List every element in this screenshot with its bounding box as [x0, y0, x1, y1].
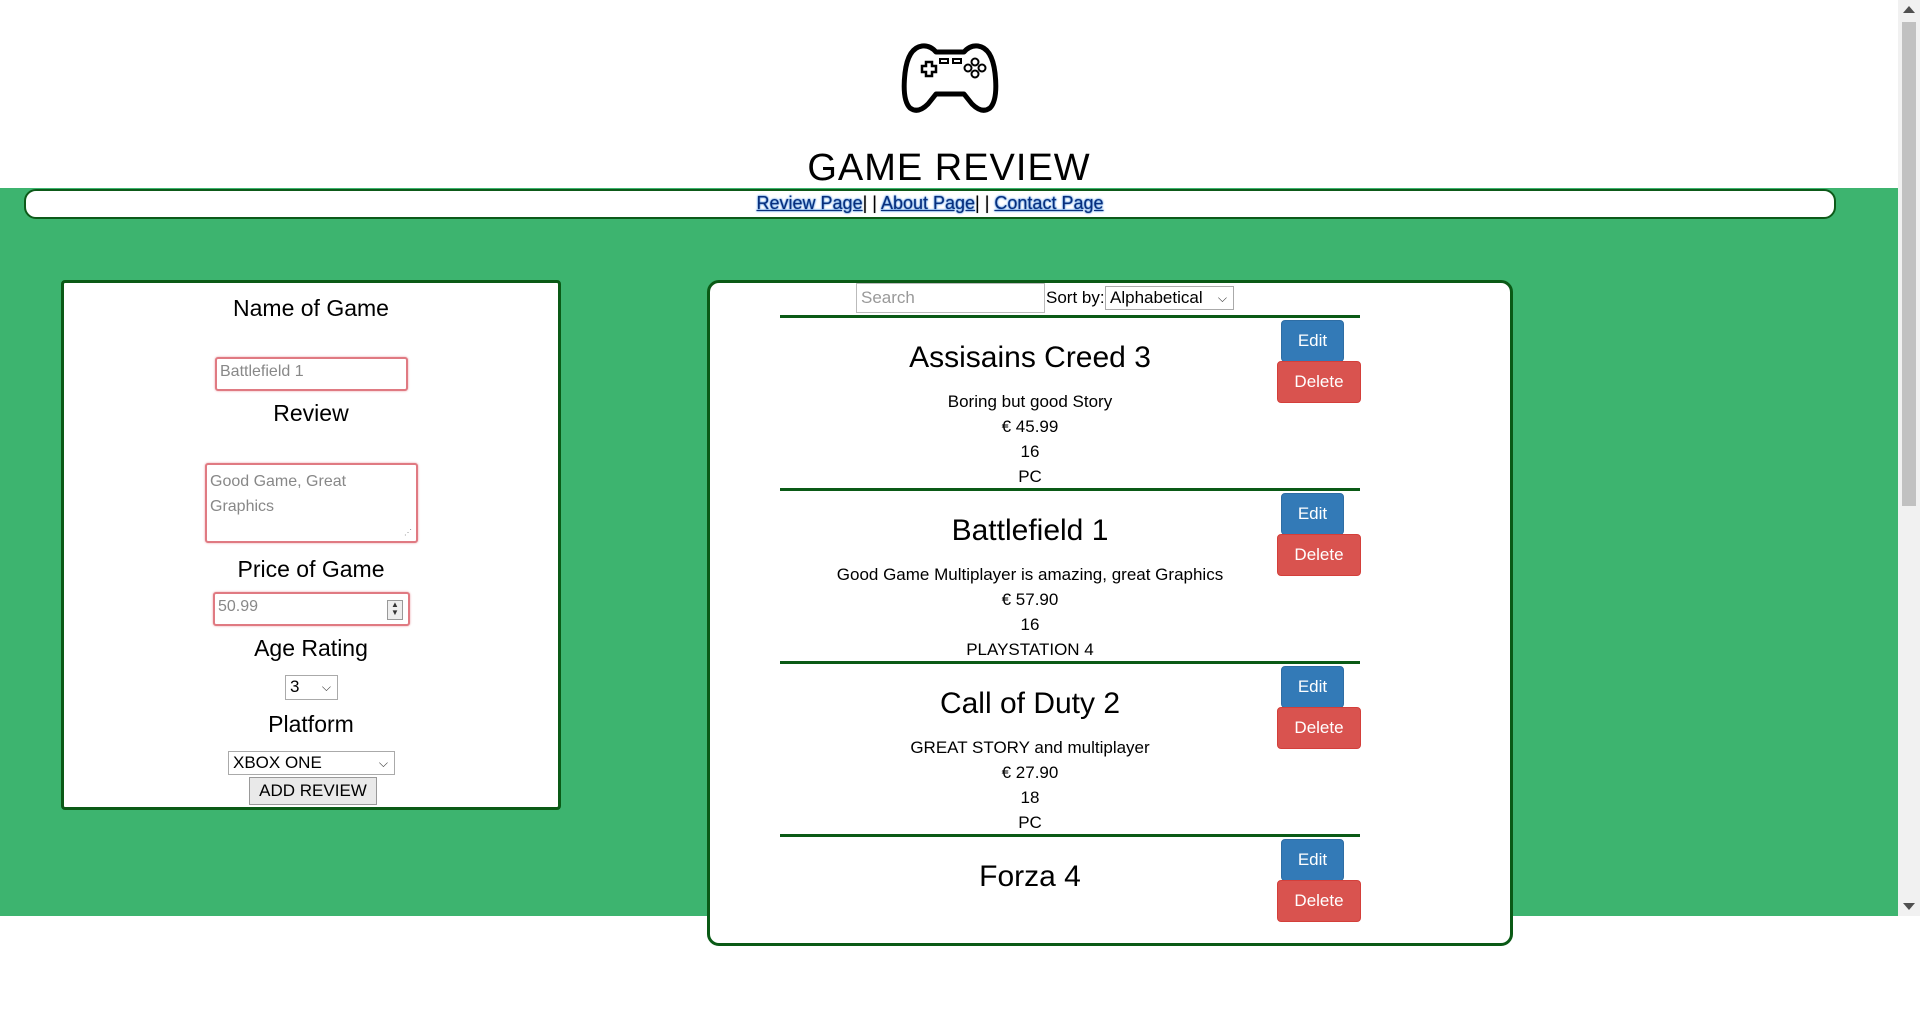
- game-name-input[interactable]: Battlefield 1: [215, 357, 408, 391]
- header: GAME REVIEW: [0, 0, 1898, 189]
- age-rating: 16: [1020, 615, 1040, 634]
- game-title: Forza 4: [979, 860, 1081, 893]
- game-price: € 57.90: [1001, 590, 1059, 609]
- review-list-panel: Search Sort by: Alphabetical ⌵ Assisains…: [707, 280, 1513, 946]
- game-platform: PC: [1018, 813, 1042, 832]
- review-text: Good Game Multiplayer is amazing, great …: [836, 565, 1224, 584]
- review-label: Review: [273, 400, 349, 426]
- delete-button[interactable]: Delete: [1277, 361, 1361, 403]
- delete-button[interactable]: Delete: [1277, 707, 1361, 749]
- sort-label: Sort by:: [1046, 288, 1105, 307]
- review-placeholder: Good Game, Great Graphics: [210, 473, 347, 515]
- game-platform: PLAYSTATION 4: [966, 640, 1094, 659]
- nav-link-review[interactable]: Review Page: [757, 193, 863, 213]
- chevron-down-icon: ⌵: [378, 756, 388, 770]
- edit-button[interactable]: Edit: [1281, 666, 1344, 708]
- game-title: Call of Duty 2: [939, 687, 1121, 720]
- scroll-up-icon[interactable]: [1903, 6, 1915, 13]
- game-price: € 27.90: [1001, 763, 1059, 782]
- chevron-down-icon: ⌵: [1217, 291, 1227, 305]
- resize-grip-icon[interactable]: ⋰: [404, 529, 414, 539]
- edit-button[interactable]: Edit: [1281, 493, 1344, 535]
- price-label: Price of Game: [237, 556, 385, 582]
- add-review-form: Name of Game Battlefield 1 Review Good G…: [61, 280, 561, 810]
- age-label: Age Rating: [254, 635, 368, 661]
- review-text: Boring but good Story: [947, 392, 1113, 411]
- page-title: GAME REVIEW: [807, 147, 1091, 189]
- name-label: Name of Game: [233, 295, 389, 321]
- review-item: Battlefield 1 Good Game Multiplayer is a…: [780, 488, 1361, 664]
- platform-value: XBOX ONE: [233, 753, 322, 772]
- age-rating: 18: [1020, 788, 1040, 807]
- review-textarea[interactable]: Good Game, Great Graphics ⋰: [205, 463, 418, 543]
- sort-value: Alphabetical: [1110, 288, 1203, 307]
- platform-label: Platform: [268, 711, 354, 737]
- spinner-icon[interactable]: ▲ ▼: [387, 600, 403, 620]
- review-item: Assisains Creed 3 Boring but good Story …: [780, 315, 1361, 491]
- nav-bar: Review Page| | About Page| | Contact Pag…: [24, 189, 1836, 219]
- nav-separator: | |: [862, 193, 877, 213]
- age-rating-select[interactable]: 3 ⌵: [285, 675, 338, 700]
- sort-select[interactable]: Alphabetical ⌵: [1105, 286, 1234, 310]
- price-input[interactable]: 50.99 ▲ ▼: [213, 592, 410, 626]
- platform-select[interactable]: XBOX ONE ⌵: [228, 751, 395, 775]
- nav-link-contact[interactable]: Contact Page: [994, 193, 1103, 213]
- game-price: € 45.99: [1001, 417, 1059, 436]
- game-title: Battlefield 1: [951, 514, 1109, 547]
- delete-button[interactable]: Delete: [1277, 534, 1361, 576]
- scroll-down-icon[interactable]: [1903, 903, 1915, 910]
- gamepad-icon: [901, 43, 999, 113]
- edit-button[interactable]: Edit: [1281, 839, 1344, 881]
- game-title: Assisains Creed 3: [909, 341, 1151, 374]
- review-item: Call of Duty 2 GREAT STORY and multiplay…: [780, 661, 1361, 837]
- nav-link-about[interactable]: About Page: [881, 193, 975, 213]
- page-scrollbar[interactable]: [1898, 0, 1920, 916]
- review-item: Forza 4 Edit Delete: [780, 834, 1361, 1010]
- price-placeholder: 50.99: [218, 598, 259, 615]
- age-rating: 16: [1020, 442, 1040, 461]
- edit-button[interactable]: Edit: [1281, 320, 1344, 362]
- age-rating-value: 3: [290, 677, 300, 696]
- search-input[interactable]: Search: [856, 283, 1045, 313]
- review-text: GREAT STORY and multiplayer: [910, 738, 1150, 757]
- scrollbar-thumb[interactable]: [1902, 22, 1916, 506]
- chevron-down-icon: ⌵: [321, 680, 331, 694]
- nav-separator: | |: [975, 193, 990, 213]
- add-review-button[interactable]: ADD REVIEW: [249, 777, 377, 805]
- game-platform: PC: [1018, 467, 1042, 486]
